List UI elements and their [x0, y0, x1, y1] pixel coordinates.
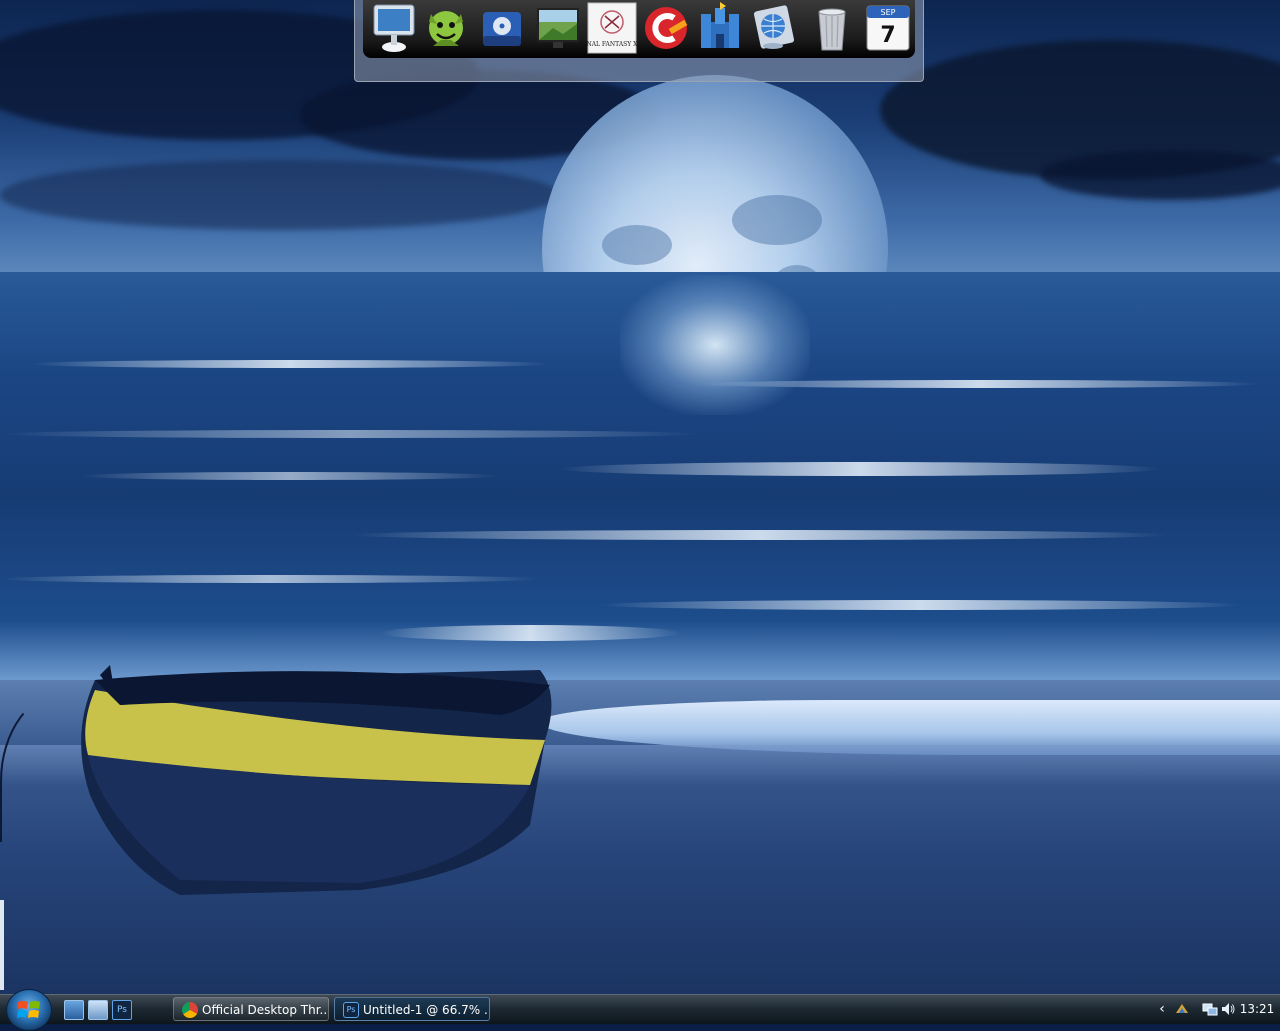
- calendar-day: 7: [880, 23, 895, 48]
- svg-text:FINAL FANTASY XIV: FINAL FANTASY XIV: [587, 41, 637, 48]
- start-button[interactable]: [6, 989, 52, 1031]
- wave: [560, 462, 1160, 476]
- volume-icon[interactable]: [1220, 1001, 1236, 1017]
- dvd-drive-icon[interactable]: [477, 2, 527, 54]
- imac-icon[interactable]: [369, 2, 419, 54]
- ccleaner-icon[interactable]: [641, 2, 691, 54]
- wave: [0, 430, 700, 438]
- moon-reflection: [620, 275, 810, 415]
- tray-app-icon[interactable]: [1174, 1001, 1190, 1017]
- calendar-icon[interactable]: SEP 7: [863, 2, 913, 54]
- final-fantasy-xiv-icon[interactable]: FINAL FANTASY XIV: [587, 2, 637, 54]
- window-edge: [0, 900, 4, 990]
- wave: [0, 575, 540, 583]
- desktop-icon[interactable]: [64, 1000, 84, 1020]
- task-label: Official Desktop Thr...: [202, 1003, 329, 1017]
- wave: [30, 360, 550, 368]
- show-hidden-icons-chevron[interactable]: ‹: [1154, 1001, 1170, 1017]
- desktop-wallpaper: [0, 0, 1280, 994]
- wave: [350, 530, 1170, 540]
- trash-can-icon[interactable]: [807, 2, 857, 54]
- castle-icon[interactable]: [695, 2, 745, 54]
- window-switcher-icon[interactable]: [88, 1000, 108, 1020]
- wave: [380, 625, 680, 641]
- wave: [700, 380, 1260, 388]
- calendar-month: SEP: [881, 8, 896, 17]
- green-demon-icon[interactable]: [421, 2, 471, 54]
- wave: [600, 600, 1240, 610]
- taskbar: Ps Official Desktop Thr... Ps Untitled-1…: [0, 989, 1280, 1031]
- rowboat: [81, 665, 552, 895]
- task-photoshop-window[interactable]: Ps Untitled-1 @ 66.7% ...: [334, 997, 490, 1021]
- dock: FINAL FANTASY XIV SEP 7: [354, 0, 924, 82]
- photoshop-icon[interactable]: Ps: [112, 1000, 132, 1020]
- chrome-icon: [182, 1002, 198, 1018]
- cloud: [0, 160, 560, 230]
- network-icon[interactable]: [1202, 1001, 1218, 1017]
- windows-logo-icon: [17, 1001, 40, 1018]
- wave: [80, 472, 500, 480]
- task-chrome-window[interactable]: Official Desktop Thr...: [173, 997, 329, 1021]
- photoshop-icon: Ps: [343, 1002, 359, 1018]
- task-label: Untitled-1 @ 66.7% ...: [363, 1003, 490, 1017]
- taskbar-clock[interactable]: 13:21: [1238, 995, 1276, 1024]
- network-globe-icon[interactable]: [749, 2, 799, 54]
- monitor-landscape-icon[interactable]: [533, 2, 583, 54]
